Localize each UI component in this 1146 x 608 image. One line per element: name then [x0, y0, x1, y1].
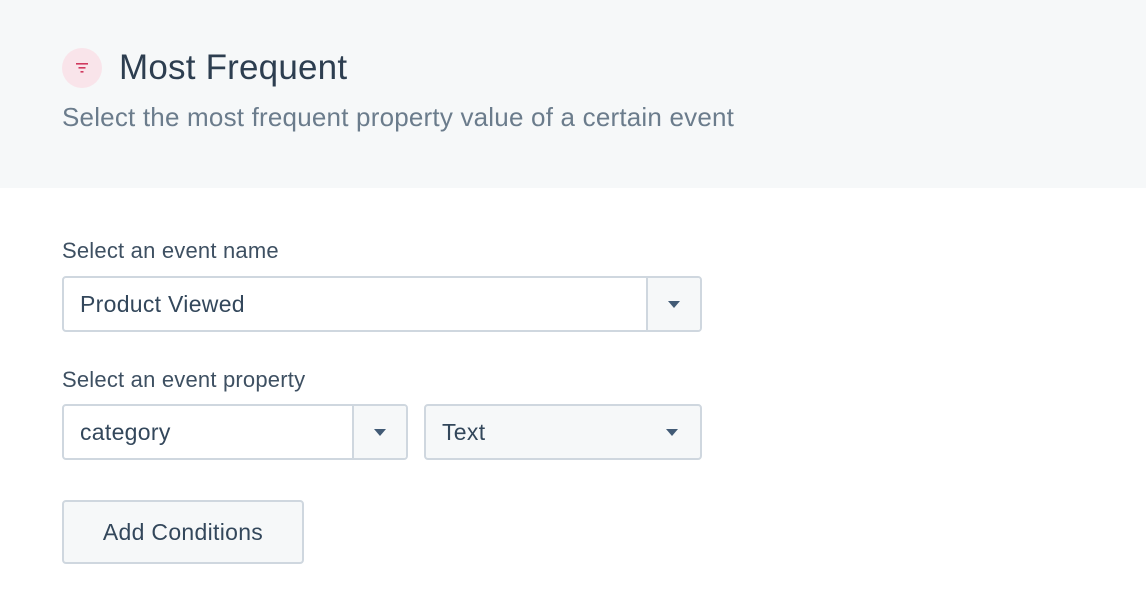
property-type-select[interactable]: Text: [424, 404, 702, 460]
event-name-value[interactable]: Product Viewed: [64, 278, 646, 330]
event-property-dropdown-toggle[interactable]: [352, 406, 406, 458]
header-panel: Most Frequent Select the most frequent p…: [0, 0, 1146, 188]
chevron-down-icon: [374, 428, 386, 436]
page-subtitle: Select the most frequent property value …: [62, 102, 735, 132]
add-conditions-button[interactable]: Add Conditions: [62, 500, 304, 564]
filter-icon: [62, 48, 102, 88]
event-property-value[interactable]: category: [64, 406, 352, 458]
property-type-value: Text: [442, 418, 486, 445]
event-name-label: Select an event name: [62, 238, 279, 263]
event-name-select[interactable]: Product Viewed: [62, 276, 702, 332]
chevron-down-icon: [668, 300, 680, 308]
event-property-label: Select an event property: [62, 367, 306, 392]
event-property-select[interactable]: category: [62, 404, 408, 460]
chevron-down-icon: [666, 428, 678, 436]
page-title: Most Frequent: [119, 48, 348, 87]
event-name-dropdown-toggle[interactable]: [646, 278, 700, 330]
